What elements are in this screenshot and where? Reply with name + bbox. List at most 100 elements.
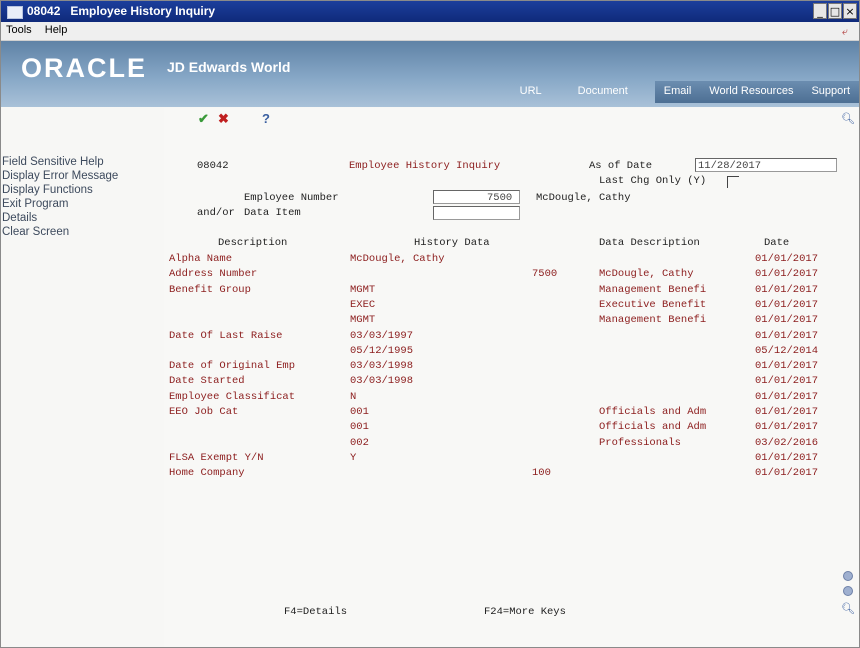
close-button[interactable]: ×: [843, 3, 857, 19]
row-description: Date Of Last Raise: [169, 329, 283, 342]
header-history-data: History Data: [414, 237, 490, 249]
row-history-data: 001: [350, 421, 369, 434]
header-data-description: Data Description: [599, 237, 700, 249]
row-history-data: N: [350, 390, 357, 403]
row-history-data: MGMT: [350, 314, 376, 327]
sidebar-item-details[interactable]: Details: [2, 212, 37, 224]
row-data-description: Management Benefi: [599, 314, 707, 327]
row-date: 01/01/2017: [755, 268, 819, 281]
row-history-data: MGMT: [350, 283, 376, 296]
row-history-data: 03/03/1997: [350, 329, 414, 342]
main-pane: ✔ ✖ ? 🔍︎ 08042 Employee History Inquiry …: [164, 108, 859, 647]
sidebar: Field Sensitive Help Display Error Messa…: [1, 108, 164, 647]
row-description: Employee Classificat: [169, 390, 296, 403]
row-data-description: McDougle, Cathy: [599, 268, 694, 281]
row-date: 01/01/2017: [755, 360, 819, 373]
sidebar-item-display-functions[interactable]: Display Functions: [2, 184, 93, 196]
cancel-icon[interactable]: ✖: [218, 111, 229, 127]
banner-tabs: URL Document Email World Resources Suppo…: [493, 81, 859, 103]
row-date: 01/01/2017: [755, 421, 819, 434]
minimize-button[interactable]: _: [813, 3, 827, 19]
row-history-data: 03/03/1998: [350, 375, 414, 388]
product-name: JD Edwards World: [167, 59, 291, 75]
tab-url[interactable]: URL: [511, 81, 551, 103]
row-date: 01/01/2017: [755, 375, 819, 388]
last-chg-field[interactable]: [727, 176, 739, 188]
row-history-data: Y: [350, 451, 357, 464]
row-date: 01/01/2017: [755, 467, 819, 480]
corner-icon: ⤶: [841, 26, 848, 38]
row-data-description: Management Benefi: [599, 283, 707, 296]
row-history-data: 001: [350, 406, 369, 418]
oracle-logo: ORACLE: [21, 53, 147, 83]
banner: ORACLE JD Edwards World URL Document Ema…: [1, 41, 859, 107]
program-id: 08042: [197, 160, 229, 172]
maximize-button[interactable]: □: [828, 3, 842, 19]
row-date: 01/01/2017: [755, 390, 819, 403]
row-date: 01/01/2017: [755, 253, 819, 265]
row-date: 01/01/2017: [755, 451, 819, 464]
window-title: 08042 Employee History Inquiry: [27, 4, 216, 18]
menu-tools[interactable]: Tools: [1, 22, 37, 38]
sidebar-item-error-message[interactable]: Display Error Message: [2, 170, 118, 182]
row-history-data: 03/03/1998: [350, 360, 414, 373]
as-of-date-value: 11/28/2017: [698, 160, 762, 172]
row-data-description: Officials and Adm: [599, 406, 707, 418]
as-of-date-label: As of Date: [589, 160, 653, 172]
row-history-data: 100: [532, 467, 551, 480]
data-item-label: Data Item: [244, 207, 301, 219]
title-bar: 08042 Employee History Inquiry _ □ ×: [1, 1, 859, 22]
row-data-description: Professionals: [599, 436, 681, 449]
scroll-down-icon[interactable]: [843, 586, 853, 596]
row-description: Alpha Name: [169, 253, 233, 265]
row-description: Date of Original Emp: [169, 360, 296, 373]
row-description: Date Started: [169, 375, 245, 388]
tab-email[interactable]: Email: [654, 81, 701, 103]
tab-document[interactable]: Document: [569, 81, 637, 103]
employee-name: McDougle, Cathy: [536, 192, 631, 204]
sidebar-item-clear-screen[interactable]: Clear Screen: [2, 226, 69, 238]
app-window: 08042 Employee History Inquiry _ □ × Too…: [0, 0, 860, 648]
last-chg-label: Last Chg Only (Y): [599, 175, 707, 187]
form-title: Employee History Inquiry: [349, 160, 501, 172]
header-description: Description: [218, 237, 288, 249]
tab-support[interactable]: Support: [802, 81, 859, 103]
f4-details-hint[interactable]: F4=Details: [284, 606, 347, 618]
row-date: 05/12/2014: [755, 344, 819, 357]
row-date: 01/01/2017: [755, 406, 819, 418]
row-description: FLSA Exempt Y/N: [169, 451, 264, 464]
sidebar-item-exit-program[interactable]: Exit Program: [2, 198, 68, 210]
and-or-label: and/or: [197, 207, 235, 219]
row-description: Address Number: [169, 268, 258, 281]
row-data-description: Officials and Adm: [599, 421, 707, 434]
row-date: 01/01/2017: [755, 283, 819, 296]
row-history-data: 002: [350, 436, 369, 449]
row-date: 01/01/2017: [755, 298, 819, 311]
row-history-data: 7500: [532, 268, 558, 281]
row-date: 01/01/2017: [755, 314, 819, 327]
employee-number-value: 7500: [487, 192, 513, 204]
row-description: Home Company: [169, 467, 245, 480]
row-history-data: 05/12/1995: [350, 344, 414, 357]
row-data-description: Executive Benefit: [599, 298, 707, 311]
menu-bar: Tools Help ⤶: [1, 22, 859, 41]
row-description: EEO Job Cat: [169, 406, 239, 418]
row-history-data: EXEC: [350, 298, 376, 311]
zoom-icon[interactable]: 🔍︎: [841, 602, 855, 615]
employee-number-label: Employee Number: [244, 192, 339, 204]
tab-world-resources[interactable]: World Resources: [700, 81, 803, 103]
row-date: 01/01/2017: [755, 329, 819, 342]
row-description: Benefit Group: [169, 283, 251, 296]
search-icon[interactable]: 🔍︎: [841, 112, 855, 125]
data-item-field[interactable]: [433, 206, 520, 220]
menu-help[interactable]: Help: [40, 22, 73, 38]
sidebar-item-field-help[interactable]: Field Sensitive Help: [2, 156, 104, 168]
scroll-up-icon[interactable]: [843, 571, 853, 581]
f24-more-keys-hint[interactable]: F24=More Keys: [484, 606, 566, 618]
row-date: 03/02/2016: [755, 436, 819, 449]
row-history-data: McDougle, Cathy: [350, 253, 445, 265]
help-icon[interactable]: ?: [262, 111, 270, 126]
window-controls: _ □ ×: [813, 3, 857, 20]
header-date: Date: [764, 237, 790, 249]
ok-icon[interactable]: ✔: [198, 111, 209, 127]
